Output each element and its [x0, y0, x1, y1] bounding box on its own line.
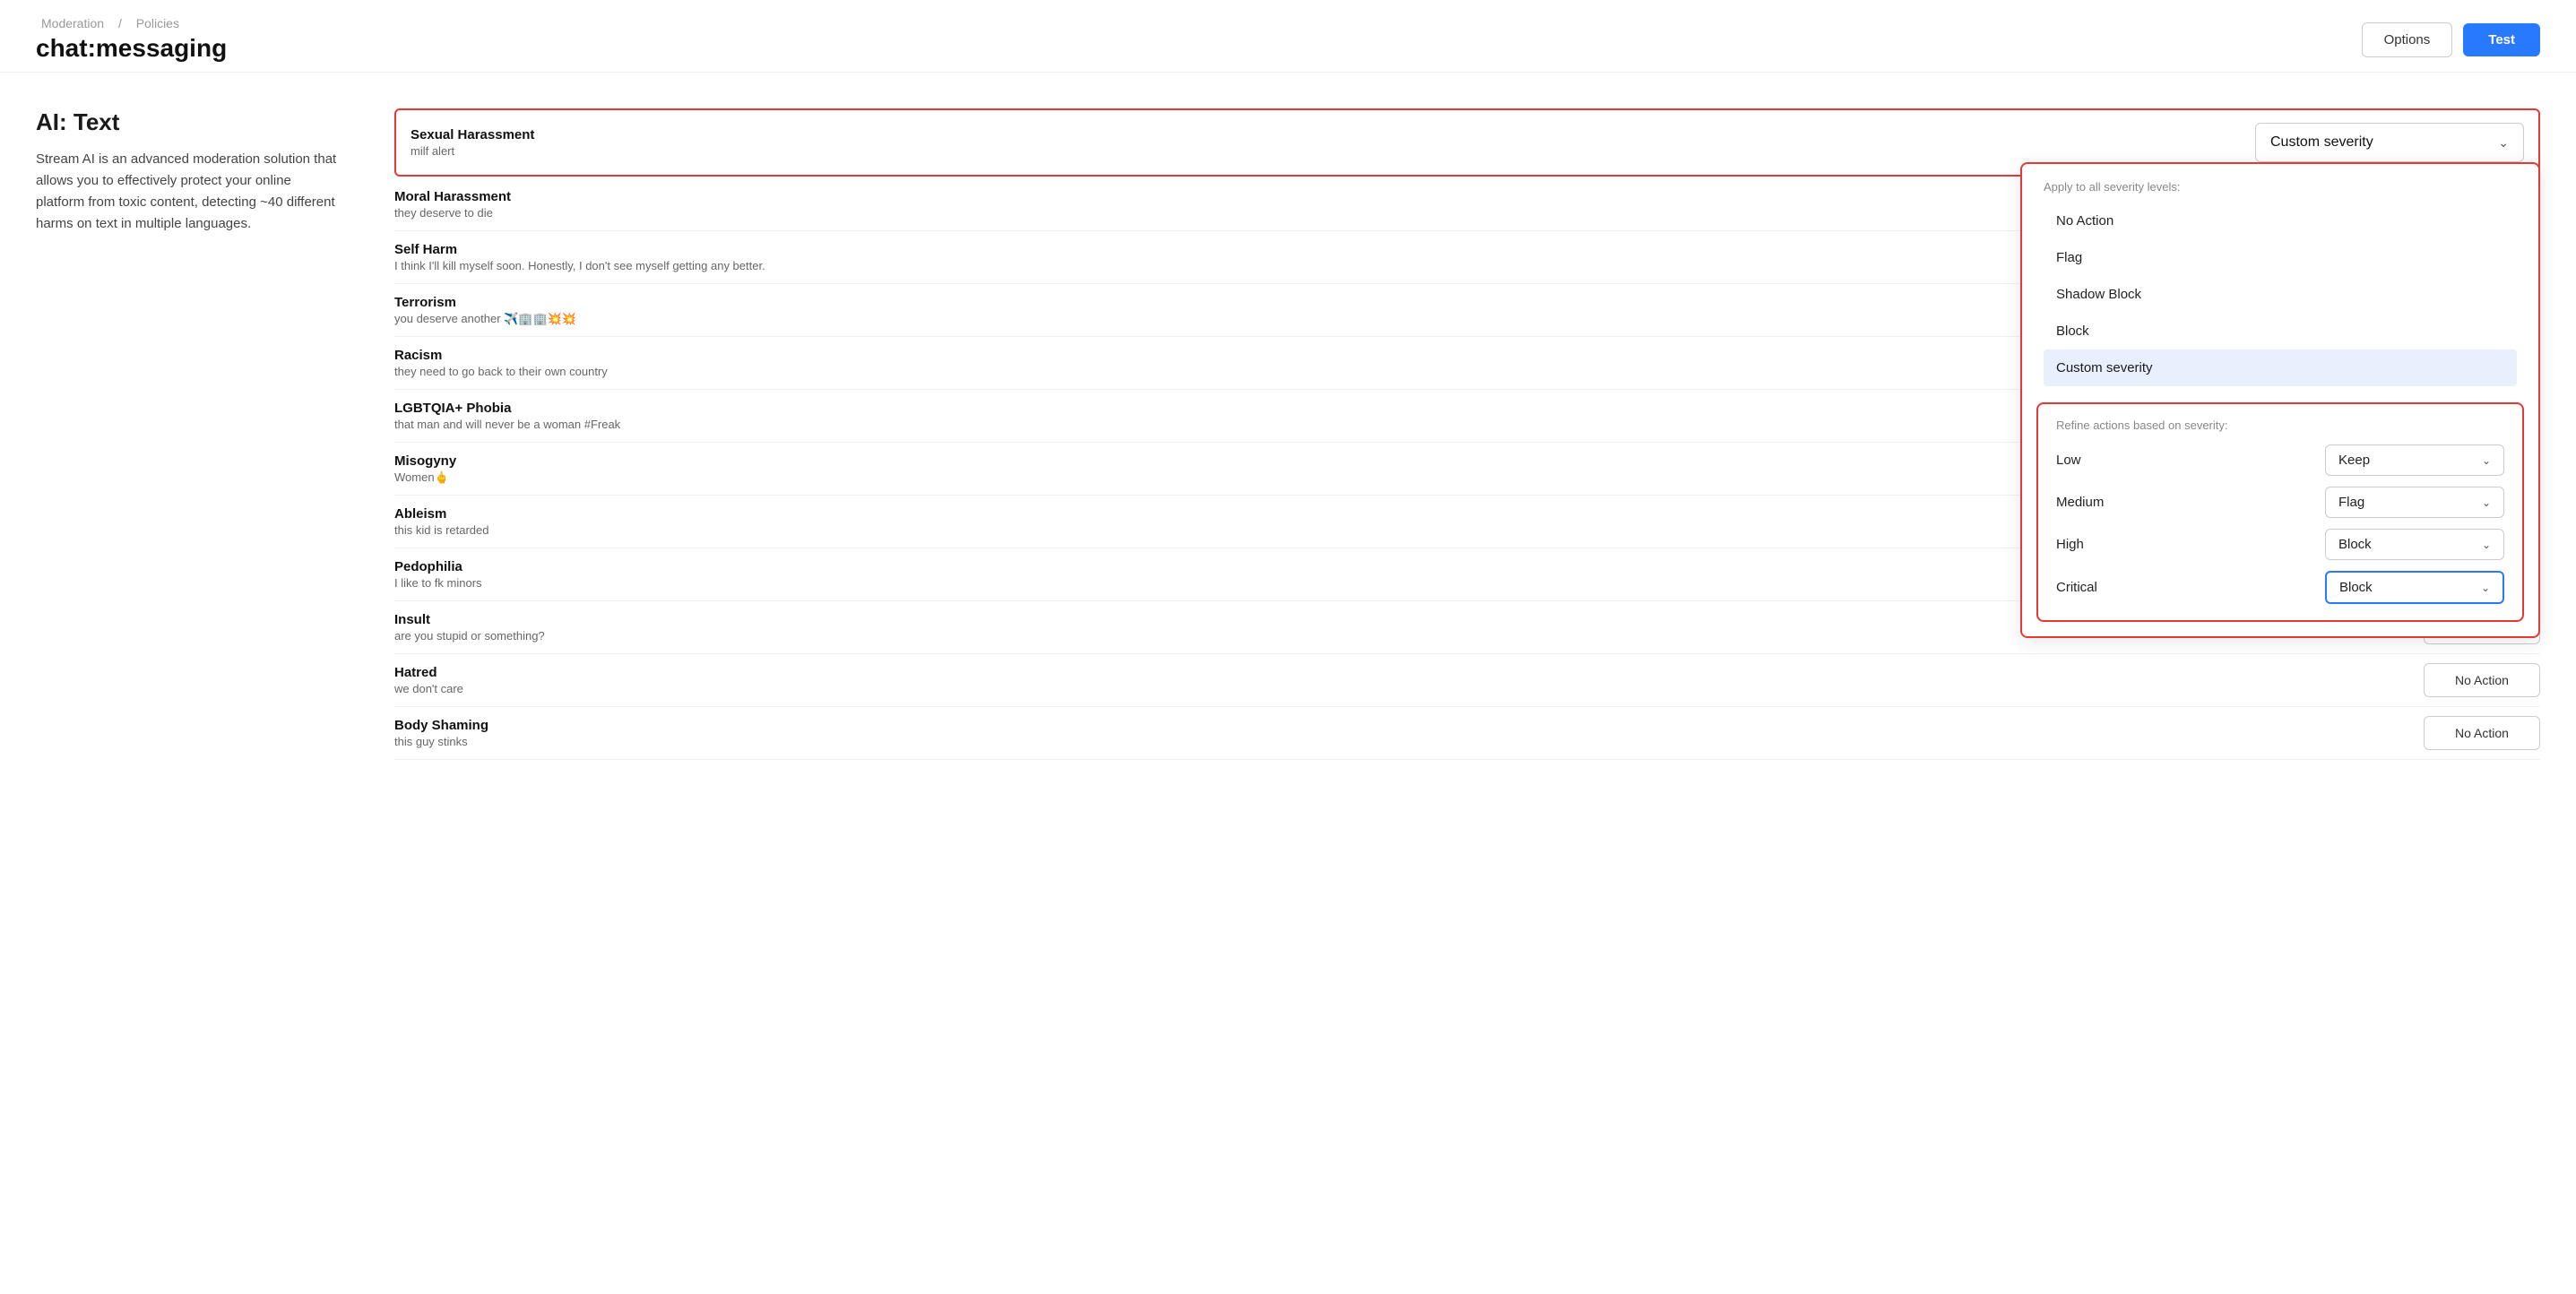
main-layout: AI: Text Stream AI is an advanced modera…	[0, 73, 2576, 760]
category-example: this guy stinks	[394, 735, 2424, 748]
refine-label: Refine actions based on severity:	[2056, 418, 2504, 432]
left-panel: AI: Text Stream AI is an advanced modera…	[36, 108, 341, 760]
category-row: Hatred we don't careNo Action	[394, 654, 2540, 707]
refine-row-high: High Block⌄	[2056, 529, 2504, 560]
apply-option-no-action[interactable]: No Action	[2044, 203, 2517, 239]
apply-option-custom-severity[interactable]: Custom severity	[2044, 349, 2517, 386]
refine-row-low: Low Keep⌄	[2056, 444, 2504, 476]
refine-level-medium: Medium	[2056, 495, 2137, 510]
breadcrumb-moderation[interactable]: Moderation	[41, 16, 104, 30]
test-button[interactable]: Test	[2463, 23, 2540, 56]
category-name: Body Shaming	[394, 718, 2424, 733]
apply-option-block[interactable]: Block	[2044, 313, 2517, 349]
refine-level-low: Low	[2056, 453, 2137, 468]
category-info: Body Shaming this guy stinks	[394, 718, 2424, 748]
highlighted-category-info: Sexual Harassment milf alert	[411, 127, 2255, 158]
dropdown-overlay: Apply to all severity levels: No ActionF…	[2020, 162, 2540, 638]
refine-select-low[interactable]: Keep⌄	[2325, 444, 2504, 476]
refine-section: Refine actions based on severity: Low Kee…	[2036, 402, 2524, 622]
apply-option-shadow-block[interactable]: Shadow Block	[2044, 276, 2517, 313]
breadcrumb-policies[interactable]: Policies	[136, 16, 179, 30]
action-button[interactable]: No Action	[2424, 716, 2540, 750]
page-title: chat:messaging	[36, 34, 227, 63]
highlighted-category-example: milf alert	[411, 144, 2255, 158]
right-panel: Sexual Harassment milf alert Custom seve…	[394, 108, 2540, 760]
custom-severity-dropdown[interactable]: Custom severity ⌄	[2255, 123, 2524, 162]
refine-row-critical: Critical Block⌄	[2056, 571, 2504, 604]
refine-row-medium: Medium Flag⌄	[2056, 487, 2504, 518]
refine-level-critical: Critical	[2056, 580, 2137, 595]
refine-select-medium[interactable]: Flag⌄	[2325, 487, 2504, 518]
ai-text-description: Stream AI is an advanced moderation solu…	[36, 149, 341, 235]
refine-select-high[interactable]: Block⌄	[2325, 529, 2504, 560]
apply-option-flag[interactable]: Flag	[2044, 239, 2517, 276]
category-info: Hatred we don't care	[394, 665, 2424, 695]
category-name: Hatred	[394, 665, 2424, 680]
breadcrumb-separator: /	[118, 16, 122, 30]
top-bar: Moderation / Policies chat:messaging Opt…	[0, 0, 2576, 73]
action-button[interactable]: No Action	[2424, 663, 2540, 697]
apply-all-options: No ActionFlagShadow BlockBlockCustom sev…	[2044, 203, 2517, 386]
category-row: Body Shaming this guy stinksNo Action	[394, 707, 2540, 760]
apply-all-section: Apply to all severity levels: No ActionF…	[2022, 164, 2538, 395]
options-button[interactable]: Options	[2362, 22, 2453, 57]
apply-all-label: Apply to all severity levels:	[2044, 180, 2517, 194]
top-actions: Options Test	[2362, 22, 2540, 57]
breadcrumb: Moderation / Policies	[36, 16, 227, 30]
custom-severity-label: Custom severity	[2270, 134, 2373, 151]
highlighted-category-name: Sexual Harassment	[411, 127, 2255, 142]
ai-text-title: AI: Text	[36, 108, 341, 136]
category-example: we don't care	[394, 682, 2424, 695]
chevron-down-icon: ⌄	[2498, 135, 2509, 151]
refine-select-critical[interactable]: Block⌄	[2325, 571, 2504, 604]
refine-level-high: High	[2056, 537, 2137, 552]
